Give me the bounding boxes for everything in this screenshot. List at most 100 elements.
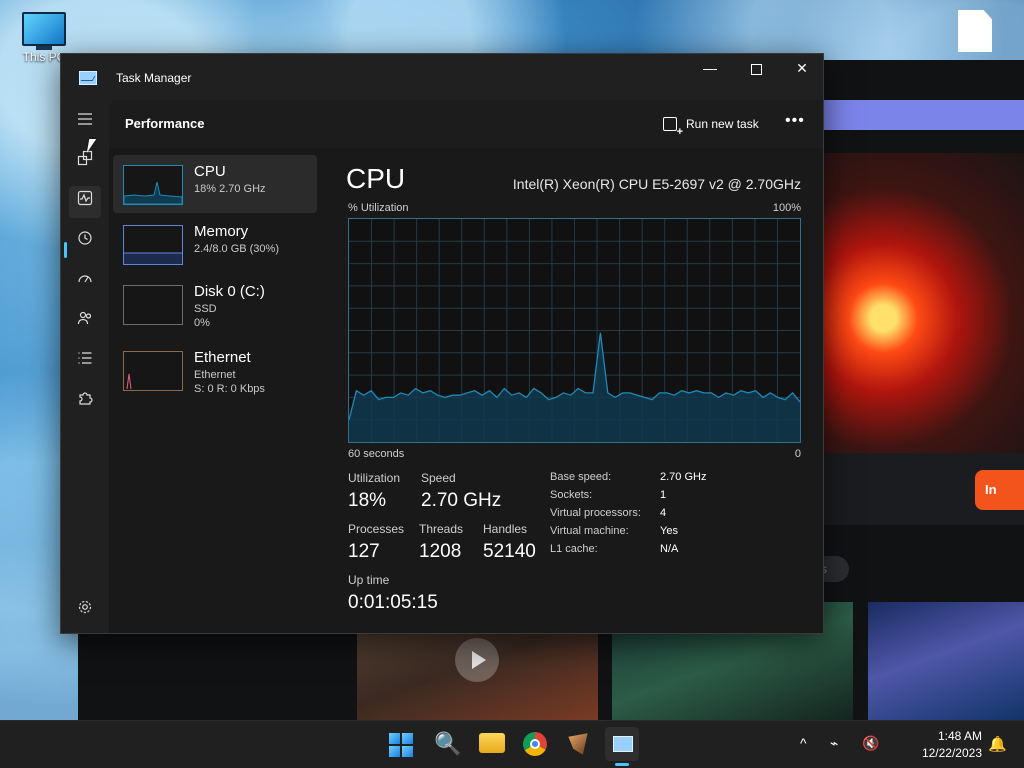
spec-label-virtual-processors: Virtual processors: [550, 507, 641, 519]
cpu-utilization-graph [348, 218, 801, 443]
resource-item-disk[interactable]: Disk 0 (C:) SSD 0% [113, 275, 317, 333]
disk-mini-graph [123, 285, 183, 325]
more-options-button[interactable]: ••• [785, 112, 805, 130]
speedometer-icon [78, 275, 92, 283]
memory-mini-graph [123, 225, 183, 265]
processes-label: Processes [348, 522, 405, 536]
resource-item-cpu[interactable]: CPU 18% 2.70 GHz [113, 155, 317, 213]
page-title: Performance [125, 116, 205, 131]
spec-label-l1-cache: L1 cache: [550, 543, 598, 555]
settings-nav-button[interactable] [69, 595, 101, 627]
startup-apps-nav-button[interactable] [69, 266, 101, 298]
resource-item-ethernet[interactable]: Ethernet Ethernet S: 0 R: 0 Kbps [113, 341, 317, 399]
resource-detail: S: 0 R: 0 Kbps [194, 383, 265, 395]
play-icon[interactable] [455, 638, 499, 682]
cpu-heading: CPU [346, 163, 406, 194]
utilization-label: Utilization [348, 471, 401, 485]
gear-icon [78, 600, 92, 614]
speed-value: 2.70 GHz [421, 490, 502, 511]
performance-resource-list: CPU 18% 2.70 GHz Memory 2.4/8.0 GB (30%)… [109, 148, 329, 633]
resource-subtitle: 18% 2.70 GHz [194, 183, 266, 195]
game-hero-image [823, 153, 1024, 453]
spec-value-base-speed: 2.70 GHz [660, 471, 707, 483]
list-icon [78, 352, 92, 364]
windows-logo-pane [389, 746, 400, 757]
processes-value: 127 [348, 541, 380, 562]
resource-title: Memory [194, 223, 249, 240]
maximize-button[interactable] [733, 54, 779, 86]
threads-label: Threads [419, 522, 464, 536]
resource-subtitle: SSD [194, 303, 217, 315]
details-nav-button[interactable] [69, 346, 101, 378]
graph-y-label: % Utilization [348, 202, 409, 214]
services-nav-button[interactable] [69, 386, 101, 418]
windows-logo-pane [389, 733, 400, 744]
active-app-indicator [615, 763, 629, 766]
notification-bell-icon[interactable]: 🔔 [988, 735, 1007, 753]
run-new-task-button[interactable]: Run new task [663, 114, 759, 137]
spec-label-sockets: Sockets: [550, 489, 593, 501]
performance-content: CPU 18% 2.70 GHz Memory 2.4/8.0 GB (30%)… [109, 148, 823, 633]
app-history-nav-button[interactable] [69, 226, 101, 258]
start-button[interactable] [389, 733, 413, 757]
history-icon [78, 231, 92, 245]
run-task-icon [663, 117, 683, 137]
game-launcher-icon[interactable] [568, 733, 588, 755]
hamburger-menu-button[interactable] [69, 106, 101, 138]
uptime-value: 0:01:05:15 [348, 592, 438, 613]
cpu-mini-graph [123, 165, 183, 205]
minimize-button[interactable]: — [687, 54, 733, 86]
network-icon[interactable]: ⌁ [830, 735, 838, 752]
monitor-icon [22, 12, 66, 46]
processes-nav-button[interactable] [69, 146, 101, 178]
performance-icon [77, 190, 93, 206]
spec-label-virtual-machine: Virtual machine: [550, 525, 629, 537]
task-manager-window: Task Manager — ✕ Performance + Run new t… [60, 53, 824, 634]
resource-title: Disk 0 (C:) [194, 283, 265, 300]
show-hidden-icons-button[interactable]: ^ [800, 735, 807, 751]
window-title: Task Manager [116, 71, 192, 85]
search-icon[interactable]: 🔍 [434, 730, 462, 758]
clock-time[interactable]: 1:48 AM [920, 729, 982, 743]
resource-title: Ethernet [194, 349, 251, 366]
resource-detail: 0% [194, 317, 210, 329]
taskbar: 🔍 ^ ⌁ 🔇 1:48 AM 12/22/2023 🔔 [0, 720, 1024, 768]
handles-label: Handles [483, 522, 528, 536]
volume-muted-icon[interactable]: 🔇 [862, 735, 879, 752]
title-bar[interactable]: Task Manager — ✕ [61, 54, 823, 100]
resource-subtitle: 2.4/8.0 GB (30%) [194, 243, 279, 255]
page-header: Performance Run new task ••• [109, 100, 823, 148]
users-nav-button[interactable] [69, 306, 101, 338]
file-explorer-icon[interactable] [479, 733, 505, 753]
graph-y-max: 100% [772, 202, 801, 214]
spec-value-sockets: 1 [660, 489, 667, 501]
close-button[interactable]: ✕ [779, 54, 825, 86]
hamburger-icon [78, 113, 92, 125]
spec-value-virtual-processors: 4 [660, 507, 667, 519]
utilization-value: 18% [348, 490, 387, 511]
spec-value-l1-cache: N/A [660, 543, 679, 555]
maximize-icon [750, 63, 762, 75]
windows-logo-pane [402, 746, 413, 757]
clock-date[interactable]: 12/22/2023 [912, 746, 982, 760]
install-button[interactable]: In [975, 470, 1024, 510]
task-manager-logo-icon [79, 71, 97, 85]
users-icon [77, 311, 92, 325]
browser-top-bar [824, 60, 1024, 100]
resource-item-memory[interactable]: Memory 2.4/8.0 GB (30%) [113, 215, 317, 273]
performance-nav-button[interactable] [69, 186, 101, 218]
chrome-icon[interactable] [523, 732, 547, 756]
graph-time-zero: 0 [794, 448, 801, 460]
cpu-model-name: Intel(R) Xeon(R) CPU E5-2697 v2 @ 2.70GH… [512, 176, 801, 192]
cpu-detail-pane: CPU Intel(R) Xeon(R) CPU E5-2697 v2 @ 2.… [329, 148, 823, 633]
spec-value-virtual-machine: Yes [660, 525, 678, 537]
file-desktop-icon[interactable] [958, 10, 992, 52]
cpu-graph-svg [349, 219, 800, 442]
windows-logo-pane [402, 733, 413, 744]
video-thumbnail-3[interactable] [868, 602, 1024, 720]
handles-value: 52140 [483, 541, 536, 562]
browser-banner-strip [823, 100, 1024, 130]
task-manager-taskbar-icon[interactable] [605, 727, 639, 761]
threads-value: 1208 [419, 541, 462, 562]
run-new-task-label: Run new task [686, 117, 759, 131]
